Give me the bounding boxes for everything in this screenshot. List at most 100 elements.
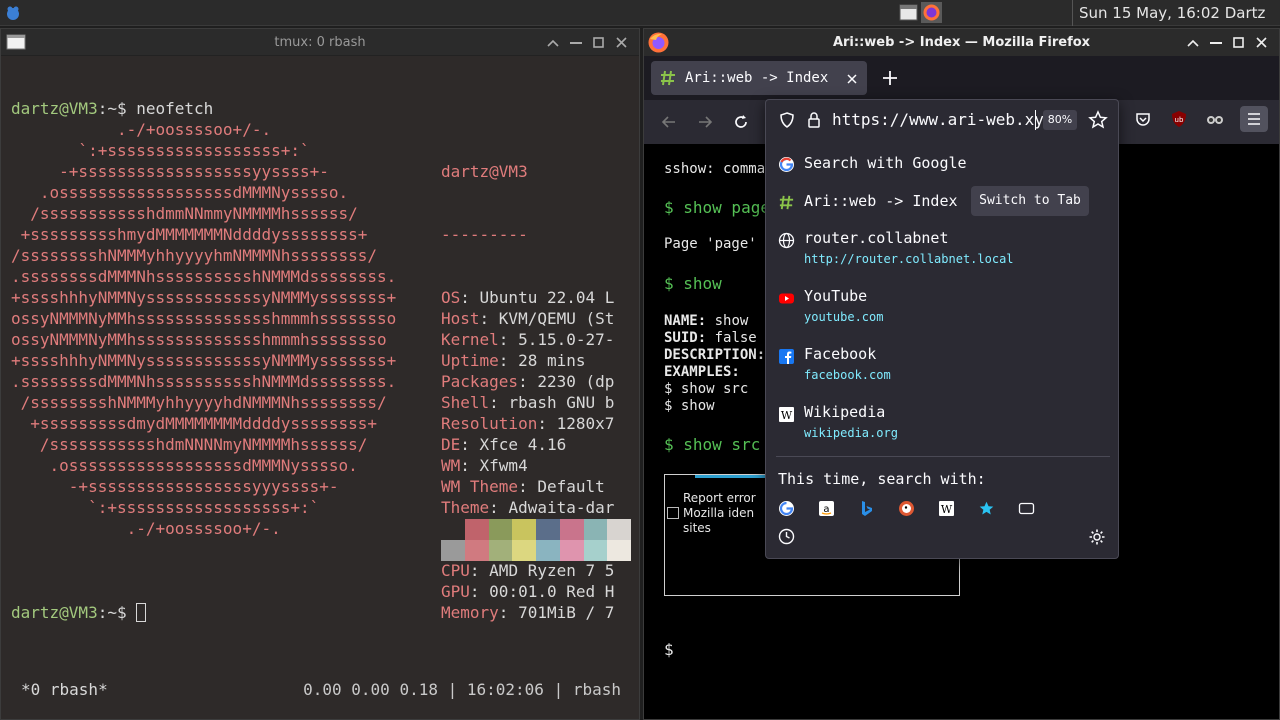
report-text: Report error Mozilla iden sites <box>683 491 756 535</box>
ascii-art-line: `:+ssssssssssssssssss+:` <box>11 141 310 160</box>
suid-value: false <box>706 330 757 346</box>
name-key: NAME: <box>664 313 707 329</box>
prompt-command: neofetch <box>136 99 214 118</box>
ascii-art-line: .-/+oossssoo+/-. <box>11 120 272 139</box>
forward-arrow-icon[interactable] <box>694 111 716 133</box>
suggestion-facebook[interactable]: Facebook facebook.com <box>766 344 1118 388</box>
content-description-row: DESCRIPTION: <box>664 347 765 363</box>
prompt-line-current[interactable]: dartz@VM3:~$ <box>11 602 147 623</box>
info-colon: : <box>518 372 538 391</box>
ascii-art-line: `:+ssssssssssssssssss+:` <box>11 498 320 517</box>
info-value: KVM/QEMU (St <box>498 309 615 328</box>
extension-glasses-icon[interactable] <box>1204 108 1226 130</box>
content-command-show-page: $ show page <box>664 198 770 217</box>
info-row: Uptime: 28 mins <box>441 350 631 371</box>
firefox-titlebar[interactable]: Ari::web -> Index — Mozilla Firefox <box>644 29 1279 56</box>
prompt-user: dartz@VM3 <box>11 603 98 622</box>
tab-label: Ari::web -> Index <box>685 70 829 86</box>
info-separator: --------- <box>441 225 528 244</box>
panel-clock[interactable]: Sun 15 May, 16:02 Dartz <box>1072 0 1265 26</box>
info-key: DE <box>441 435 461 454</box>
suggestion-title: router.collabnet <box>804 229 949 247</box>
search-settings-gear-icon[interactable] <box>1088 528 1106 546</box>
minimize-icon[interactable] <box>1183 33 1202 52</box>
lock-icon[interactable] <box>806 111 822 129</box>
ascii-art-line: .ssssssssdMMMNhsssssssssshNMMMdssssssss. <box>11 267 397 286</box>
reload-icon[interactable] <box>730 111 752 133</box>
pocket-icon[interactable] <box>1132 108 1154 130</box>
amazon-engine-icon[interactable]: a <box>818 500 835 517</box>
neofetch-info: dartz@VM3 --------- OS: Ubuntu 22.04 L Ho… <box>441 119 631 665</box>
ascii-art-line: ossyNMMMNyMMhssssssssssssshmmmhssssssso <box>11 330 387 349</box>
terminal-titlebar[interactable]: tmux: 0 rbash <box>1 29 639 56</box>
tabs-engine-icon[interactable] <box>1018 500 1035 517</box>
name-value: show <box>706 313 749 329</box>
shade-icon[interactable] <box>566 33 585 52</box>
content-example-1: $ show src <box>664 381 749 397</box>
info-value: Ubuntu 22.04 L <box>479 288 615 307</box>
maximize-icon[interactable] <box>589 33 608 52</box>
tab-ari-web-index[interactable]: Ari::web -> Index <box>651 61 867 95</box>
app-menu-hamburger-icon[interactable] <box>1240 106 1268 132</box>
hash-favicon-icon <box>659 69 677 87</box>
terminal-window-icon[interactable] <box>898 2 919 23</box>
info-row: Shell: rbash GNU b <box>441 392 631 413</box>
whisker-menu-icon[interactable] <box>4 4 22 22</box>
tracking-shield-icon[interactable] <box>778 111 796 129</box>
tab-close-icon[interactable] <box>845 71 859 85</box>
info-colon: : <box>537 414 557 433</box>
info-value: Xfwm4 <box>479 456 528 475</box>
info-key: Uptime <box>441 351 499 370</box>
ublock-icon[interactable]: ub <box>1168 108 1190 130</box>
history-clock-icon[interactable] <box>778 528 795 545</box>
terminal-window: tmux: 0 rbash dartz@VM3:~$ neofetch .-/+… <box>0 28 640 720</box>
content-examples-row: EXAMPLES: <box>664 364 740 380</box>
info-value: 701MiB / 7 <box>518 603 615 622</box>
suggestion-title: YouTube <box>804 287 868 305</box>
tmux-window-label[interactable]: *0 rbash* <box>21 679 108 700</box>
ascii-art-line: .ossssssssssssssssssdMMMNysssso. <box>11 456 358 475</box>
content-final-prompt[interactable]: $ <box>664 640 674 659</box>
minimize-icon[interactable] <box>543 33 562 52</box>
top-panel: Sun 15 May, 16:02 Dartz <box>0 0 1280 26</box>
close-icon[interactable] <box>612 33 631 52</box>
info-colon: : <box>489 393 509 412</box>
info-key: Resolution <box>441 414 538 433</box>
suggestion-search-google[interactable]: Search with Google <box>766 150 1118 180</box>
google-engine-icon[interactable] <box>778 500 795 517</box>
info-row: Memory: 701MiB / 7 <box>441 602 631 623</box>
back-arrow-icon[interactable] <box>658 111 680 133</box>
suggestion-url: http://router.collabnet.local <box>804 252 1014 266</box>
shade-icon[interactable] <box>1206 33 1225 52</box>
new-tab-plus-icon[interactable] <box>880 68 900 88</box>
zoom-level-button[interactable]: 80% <box>1043 110 1077 130</box>
google-icon <box>778 156 795 173</box>
content-command-show: $ show <box>664 274 722 293</box>
info-row: OS: Ubuntu 22.04 L <box>441 287 631 308</box>
ascii-art-line: +sssshhhyNMMNyssssssssssssyNMMMysssssss+ <box>11 351 397 370</box>
suggestion-wikipedia[interactable]: W Wikipedia wikipedia.org <box>766 402 1118 446</box>
firefox-window-icon[interactable] <box>921 2 942 23</box>
neofetch-ascii-art: .-/+oossssoo+/-. `:+ssssssssssssssssss+:… <box>11 119 396 539</box>
color-swatch <box>488 519 513 540</box>
prompt-separator: :~$ <box>97 603 137 622</box>
suggestion-router-collabnet[interactable]: router.collabnet http://router.collabnet… <box>766 228 1118 272</box>
wikipedia-engine-icon[interactable]: W <box>938 500 955 517</box>
svg-text:W: W <box>941 503 953 516</box>
color-swatch <box>536 540 560 561</box>
duckduckgo-engine-icon[interactable] <box>898 500 915 517</box>
close-icon[interactable] <box>1252 33 1271 52</box>
url-input[interactable]: https://www.ari-web.xyz <box>832 100 1054 140</box>
urlbar[interactable]: https://www.ari-web.xyz 80% <box>766 100 1118 140</box>
report-checkbox[interactable] <box>667 507 679 519</box>
color-swatch <box>512 519 536 540</box>
content-example-2: $ show <box>664 398 715 414</box>
bookmarks-star-engine-icon[interactable] <box>978 500 995 517</box>
maximize-icon[interactable] <box>1229 33 1248 52</box>
ascii-art-line: /ssssssssssshdmmNNmmyNMMMMhssssss/ <box>11 204 358 223</box>
examples-key: EXAMPLES: <box>664 364 740 380</box>
suggestion-youtube[interactable]: YouTube youtube.com <box>766 286 1118 330</box>
taskbar-tray <box>898 2 944 24</box>
bookmark-star-icon[interactable] <box>1088 110 1108 130</box>
bing-engine-icon[interactable] <box>858 500 875 517</box>
